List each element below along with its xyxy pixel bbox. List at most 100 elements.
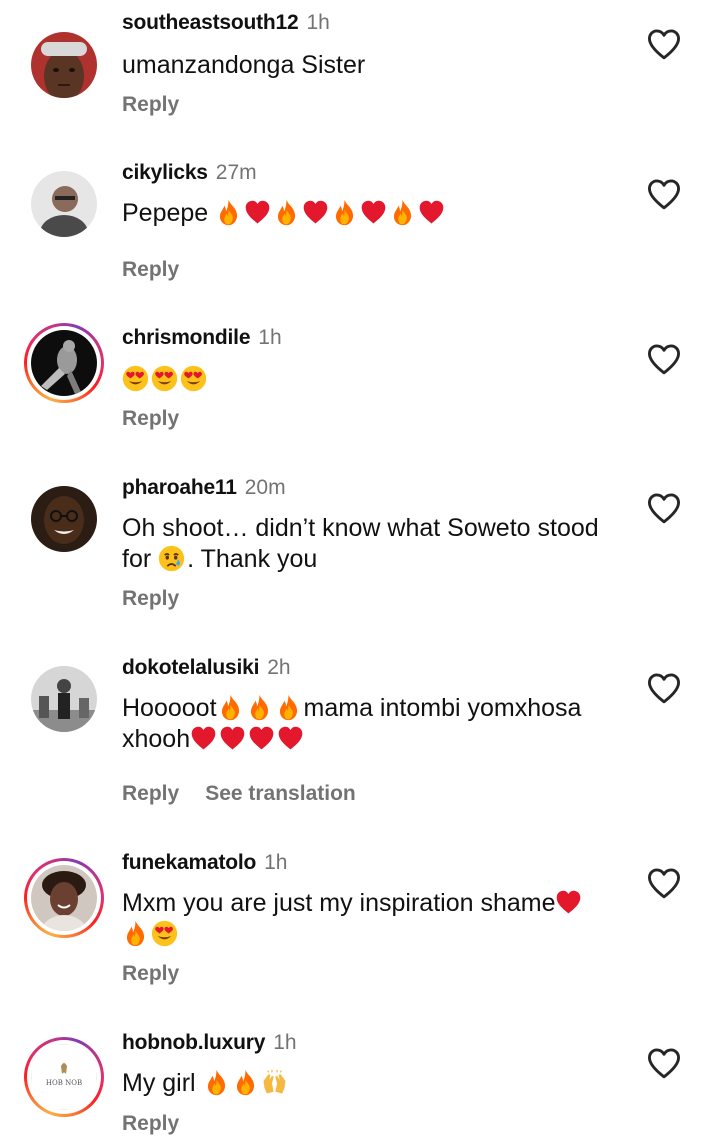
- comment-text-line: Hooooot mama intombi yomxhosa: [122, 693, 622, 724]
- avatar-image: HOB NOB: [31, 1044, 97, 1110]
- comment-text-content: Hooooot: [122, 694, 217, 722]
- username[interactable]: cikylicks: [122, 161, 208, 184]
- heart-eyes-emoji: [151, 365, 178, 392]
- red-heart-emoji: [418, 199, 445, 226]
- comment-header: chrismondile 1h: [122, 326, 282, 350]
- comment-actions: Reply: [122, 587, 179, 611]
- avatar-image: [31, 32, 97, 98]
- timestamp: 1h: [258, 326, 282, 349]
- username[interactable]: chrismondile: [122, 326, 250, 349]
- avatar[interactable]: [30, 31, 98, 99]
- timestamp: 1h: [306, 11, 330, 34]
- avatar-image: [31, 865, 97, 931]
- fire-emoji: [273, 199, 300, 226]
- see-translation-button[interactable]: See translation: [205, 782, 356, 805]
- comment-header: hobnob.luxury 1h: [122, 1031, 297, 1055]
- heart-outline-icon[interactable]: [646, 1047, 682, 1079]
- avatar-image: [31, 666, 97, 732]
- avatar-image: [31, 486, 97, 552]
- comment-header: southeastsouth12 1h: [122, 11, 330, 35]
- fire-emoji: [246, 694, 273, 721]
- red-heart-emoji: [302, 199, 329, 226]
- heart-outline-icon[interactable]: [646, 178, 682, 210]
- comment-header: pharoahe11 20m: [122, 476, 286, 500]
- comment-header: funekamatolo 1h: [122, 851, 287, 875]
- heart-eyes-emoji: [122, 365, 149, 392]
- comment-actions: Reply: [122, 407, 179, 431]
- fire-emoji: [232, 1069, 259, 1096]
- red-heart-emoji: [277, 725, 304, 752]
- story-ring: [27, 861, 101, 935]
- timestamp: 1h: [264, 851, 288, 874]
- red-heart-emoji: [360, 199, 387, 226]
- avatar[interactable]: HOB NOB: [24, 1037, 104, 1117]
- fire-emoji: [275, 694, 302, 721]
- avatar-image: [31, 171, 97, 237]
- reply-button[interactable]: Reply: [122, 93, 179, 116]
- red-heart-emoji: [219, 725, 246, 752]
- comment-text: umanzandonga Sister: [122, 51, 366, 79]
- fire-emoji: [389, 199, 416, 226]
- comment-text-content: Pepepe: [122, 199, 209, 227]
- reply-button[interactable]: Reply: [122, 962, 179, 985]
- username[interactable]: dokotelalusiki: [122, 656, 259, 679]
- comment-actions: Reply: [122, 1112, 179, 1136]
- reply-button[interactable]: Reply: [122, 782, 179, 805]
- avatar[interactable]: [30, 170, 98, 238]
- comment-text-line: Oh shoot… didn’t know what Soweto stood: [122, 514, 599, 542]
- reply-button[interactable]: Reply: [122, 407, 179, 430]
- comment-text-content: My girl: [122, 1069, 196, 1097]
- avatar-image: [31, 330, 97, 396]
- comment-actions: Reply: [122, 258, 179, 282]
- fire-emoji: [215, 199, 242, 226]
- red-heart-emoji: [244, 199, 271, 226]
- reply-button[interactable]: Reply: [122, 258, 179, 281]
- comment-text-content: xhooh: [122, 725, 191, 753]
- timestamp: 2h: [267, 656, 291, 679]
- reply-button[interactable]: Reply: [122, 1112, 179, 1135]
- heart-outline-icon[interactable]: [646, 492, 682, 524]
- comment-text-line: for . Thank you: [122, 544, 622, 575]
- comment-text: Oh shoot… didn’t know what Soweto stood …: [122, 513, 622, 575]
- comment-actions: Reply: [122, 93, 179, 117]
- comment-text: Pepepe: [122, 198, 622, 229]
- story-ring: HOB NOB: [27, 1040, 101, 1114]
- comment-text-line: xhooh: [122, 724, 622, 755]
- reply-button[interactable]: Reply: [122, 587, 179, 610]
- username[interactable]: pharoahe11: [122, 476, 237, 499]
- comment-actions: Reply: [122, 962, 179, 986]
- comment-header: dokotelalusiki 2h: [122, 656, 291, 680]
- comment-text: [122, 364, 622, 395]
- avatar[interactable]: [24, 858, 104, 938]
- fire-emoji: [122, 920, 149, 947]
- comment-text: Mxm you are just my inspiration shame: [122, 888, 622, 950]
- comment-text-content: . Thank you: [187, 545, 318, 573]
- crying-face-emoji: [158, 545, 185, 572]
- comment-text: Hooooot mama intombi yomxhosa xhooh: [122, 693, 622, 755]
- brand-logo-text: HOB NOB: [46, 1079, 82, 1087]
- comment-text-line: [122, 919, 622, 950]
- avatar[interactable]: [24, 323, 104, 403]
- heart-outline-icon[interactable]: [646, 28, 682, 60]
- heart-eyes-emoji: [151, 920, 178, 947]
- heart-outline-icon[interactable]: [646, 672, 682, 704]
- comment-text: My girl: [122, 1068, 622, 1099]
- raising-hands-emoji: [261, 1069, 288, 1096]
- username[interactable]: hobnob.luxury: [122, 1031, 265, 1054]
- heart-outline-icon[interactable]: [646, 867, 682, 899]
- username[interactable]: funekamatolo: [122, 851, 256, 874]
- comment-header: cikylicks 27m: [122, 161, 257, 185]
- timestamp: 20m: [244, 476, 286, 499]
- story-ring: [27, 326, 101, 400]
- timestamp: 27m: [215, 161, 257, 184]
- comment-text-content: mama intombi yomxhosa: [303, 694, 582, 722]
- fire-emoji: [217, 694, 244, 721]
- comment-text-line: Mxm you are just my inspiration shame: [122, 888, 622, 919]
- red-heart-emoji: [248, 725, 275, 752]
- heart-outline-icon[interactable]: [646, 343, 682, 375]
- avatar[interactable]: [30, 665, 98, 733]
- timestamp: 1h: [273, 1031, 297, 1054]
- avatar[interactable]: [30, 485, 98, 553]
- username[interactable]: southeastsouth12: [122, 11, 299, 34]
- red-heart-emoji: [190, 725, 217, 752]
